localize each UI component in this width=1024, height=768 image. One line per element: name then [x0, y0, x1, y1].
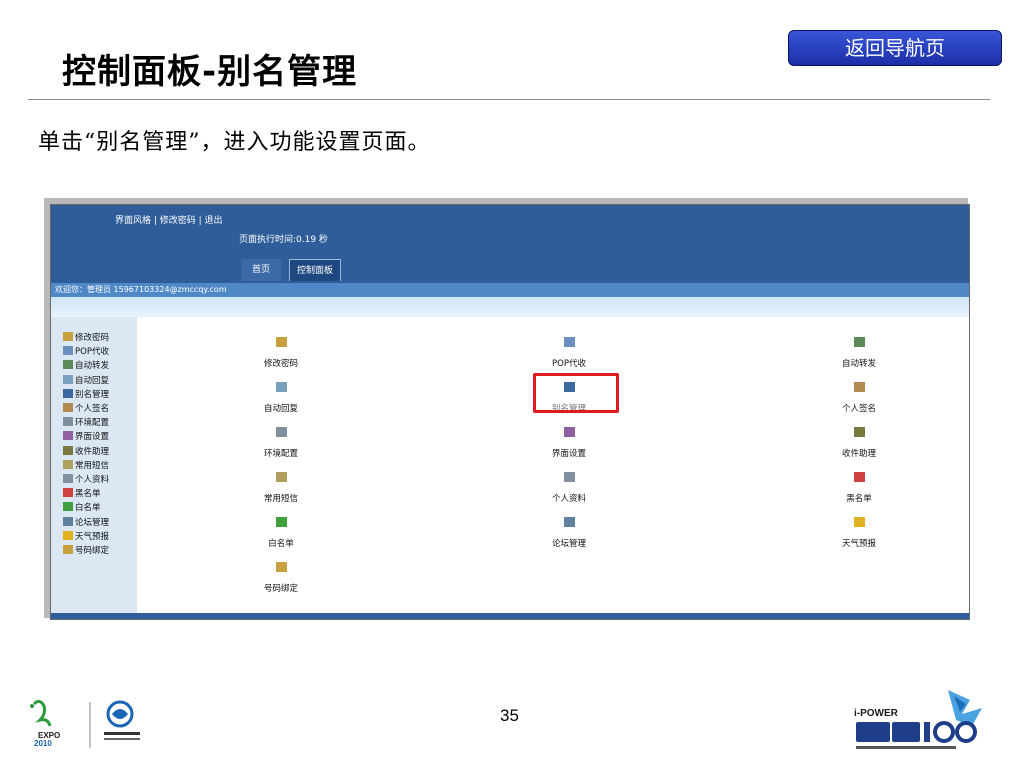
sidebar-item-icon [63, 545, 73, 554]
sidebar-item-label: POP代收 [75, 347, 109, 358]
sidebar-item[interactable]: 个人签名 [63, 402, 109, 414]
grid-item-icon[interactable] [276, 472, 287, 482]
grid-item-label[interactable]: 白名单 [268, 537, 294, 549]
grid-item-icon[interactable] [276, 517, 287, 527]
sidebar-item[interactable]: 别名管理 [63, 388, 109, 400]
sidebar-item[interactable]: 自动回复 [63, 374, 109, 386]
sidebar-item-icon [63, 360, 73, 370]
sidebar-item-icon [63, 488, 73, 498]
exec-time: 页面执行时间:0.19 秒 [239, 235, 328, 245]
embedded-screenshot: 界面风格 | 修改密码 | 退出 页面执行时间:0.19 秒 首页 控制面板 欢… [50, 204, 970, 620]
sidebar-item-label: 号码绑定 [75, 546, 110, 556]
sidebar-item-icon [63, 346, 73, 356]
grid-item-icon[interactable] [854, 517, 865, 527]
tab-control-panel[interactable]: 控制面板 [289, 259, 341, 281]
header-links[interactable]: 界面风格 | 修改密码 | 退出 [115, 213, 223, 226]
svg-text:2010: 2010 [34, 739, 52, 748]
sidebar-item-icon [63, 530, 73, 540]
sidebar-item[interactable]: 常用短信 [63, 459, 109, 471]
sidebar-item-label: 收件助理 [75, 446, 110, 457]
grid-item-label[interactable]: 自动转发 [842, 357, 876, 369]
webmail-header: 界面风格 | 修改密码 | 退出 页面执行时间:0.19 秒 首页 控制面板 [51, 205, 969, 283]
sidebar-item-label: 修改密码 [75, 333, 110, 343]
sidebar-item-icon [63, 445, 73, 455]
grid-item-label[interactable]: 收件助理 [842, 447, 876, 459]
sidebar-item-label: 界面设置 [75, 432, 110, 443]
tab-home[interactable]: 首页 [241, 259, 281, 281]
grid-item-icon[interactable] [564, 517, 575, 527]
sidebar-item-label: 个人签名 [75, 404, 110, 414]
ipower-100-logo: i-POWER [850, 680, 994, 754]
page-number: 35 [500, 706, 519, 725]
grid-item-label[interactable]: 常用短信 [264, 492, 298, 504]
grid-item-icon[interactable] [854, 337, 865, 347]
sidebar-item-icon [63, 431, 73, 441]
sidebar-item-icon [63, 388, 73, 398]
instruction-text: 单击“别名管理”，进入功能设置页面。 [38, 130, 431, 155]
grid-item-label[interactable]: 自动回复 [264, 402, 298, 414]
sidebar-item-icon [63, 502, 73, 512]
sidebar-item-label: 自动转发 [75, 361, 110, 372]
grid-item-icon[interactable] [564, 427, 575, 437]
grid-item-icon[interactable] [276, 562, 287, 572]
grid-item-label[interactable]: 论坛管理 [552, 537, 586, 549]
sidebar-item[interactable]: 论坛管理 [63, 516, 109, 528]
sidebar-item-icon [63, 332, 73, 341]
grid-item-icon[interactable] [854, 427, 865, 437]
sidebar-item-label: 环境配置 [75, 418, 110, 429]
title-divider [28, 99, 990, 100]
sidebar-item[interactable]: 个人资料 [63, 473, 109, 485]
grid-item-icon[interactable] [564, 337, 575, 347]
sidebar-item-icon [63, 374, 73, 384]
sidebar-item-label: 白名单 [75, 503, 101, 514]
back-to-nav-button[interactable]: 返回导航页 [788, 30, 1002, 66]
grid-item-label[interactable]: 界面设置 [552, 447, 586, 459]
slide-title: 控制面板-别名管理 [62, 52, 358, 92]
sidebar-item-label: 个人资料 [75, 475, 110, 485]
grid-item-label[interactable]: 个人资料 [552, 492, 586, 504]
grid-item-label[interactable]: 黑名单 [846, 492, 872, 504]
sidebar-item-icon [63, 459, 73, 469]
grid-item-label[interactable]: 环境配置 [264, 447, 298, 459]
sidebar-item-label: 论坛管理 [75, 517, 110, 528]
control-panel-grid: 修改密码 POP代收 自动转发 自动回复 别名管理 个人签名 环境配置 界面设置 收件助理 常用短… [137, 317, 969, 613]
grid-item-icon[interactable] [854, 472, 865, 482]
sidebar-item[interactable]: 黑名单 [63, 487, 101, 499]
sidebar-item[interactable]: 号码绑定 [63, 544, 109, 556]
toolbar-strip [51, 297, 969, 317]
sidebar-item-icon [63, 403, 73, 412]
sidebar-item[interactable]: 收件助理 [63, 445, 109, 457]
sidebar-item[interactable]: 天气预报 [63, 530, 109, 542]
sidebar-item-icon [63, 417, 73, 427]
grid-item-icon[interactable] [854, 382, 865, 392]
sidebar-item-label: 常用短信 [75, 460, 110, 471]
welcome-bar: 欢迎您：管理员 15967103324@zmccqy.com [51, 283, 969, 297]
grid-item-label[interactable]: POP代收 [552, 357, 586, 369]
sidebar-item-icon [63, 474, 73, 483]
grid-item-icon[interactable] [564, 472, 575, 482]
webmail-footer [51, 613, 969, 619]
alias-highlight-box [533, 373, 619, 413]
sidebar-item-label: 黑名单 [75, 489, 101, 500]
sidebar-item-label: 天气预报 [75, 531, 110, 542]
sidebar-item[interactable]: 修改密码 [63, 331, 109, 343]
sidebar-item[interactable]: 自动转发 [63, 359, 109, 371]
grid-item-label[interactable]: 号码绑定 [264, 582, 298, 594]
grid-item-label[interactable]: 个人签名 [842, 402, 876, 414]
sidebar-item[interactable]: 界面设置 [63, 430, 109, 442]
sidebar-item[interactable]: 环境配置 [63, 416, 109, 428]
grid-item-label[interactable]: 天气预报 [842, 537, 876, 549]
sidebar-item-label: 自动回复 [75, 375, 110, 386]
grid-item-icon[interactable] [276, 337, 287, 347]
sidebar: 修改密码 POP代收自动转发自动回复别名管理个人签名环境配置界面设置收件助理常用短… [51, 317, 137, 613]
grid-item-icon[interactable] [276, 382, 287, 392]
sidebar-item[interactable]: POP代收 [63, 345, 109, 357]
sidebar-item-label: 别名管理 [75, 389, 110, 400]
sidebar-item[interactable]: 白名单 [63, 501, 101, 513]
svg-text:i-POWER: i-POWER [854, 708, 899, 719]
grid-item-label[interactable]: 修改密码 [264, 357, 298, 369]
expo-china-mobile-logo: EXPO 2010 [24, 696, 164, 752]
sidebar-item-icon [63, 516, 73, 526]
grid-item-icon[interactable] [276, 427, 287, 437]
